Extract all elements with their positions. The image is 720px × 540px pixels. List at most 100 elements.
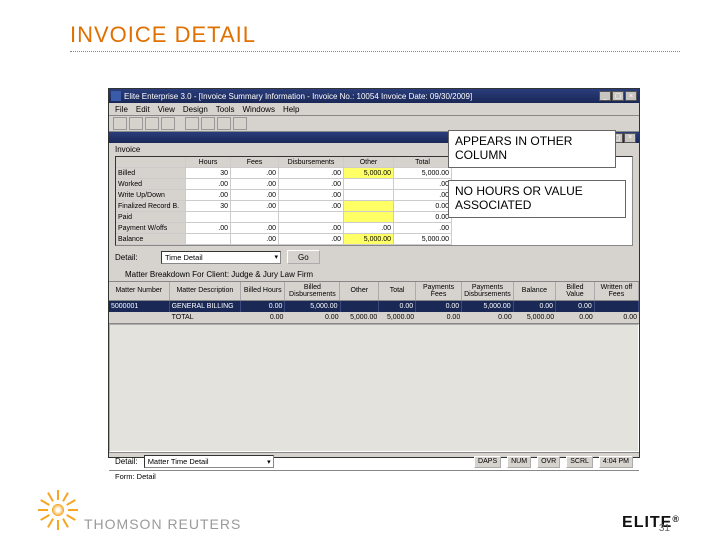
sg-header: Total	[394, 157, 452, 168]
status-item: DAPS	[474, 456, 501, 468]
toolbar-btn[interactable]	[113, 117, 127, 130]
cell: 5,000.00	[462, 301, 514, 312]
cell: .00	[394, 223, 452, 234]
close-button[interactable]: ×	[625, 91, 637, 101]
menu-tools[interactable]: Tools	[216, 105, 235, 114]
cell: 0.00	[241, 314, 285, 321]
col-header[interactable]: Matter Number	[109, 282, 170, 300]
row-label: Finalized Record B.	[116, 201, 186, 212]
slide-footer: THOMSON REUTERS ELITE®	[0, 482, 720, 532]
col-header[interactable]: Payments Fees	[416, 282, 462, 300]
callout-other-column: APPEARS IN OTHER COLUMN	[448, 130, 616, 168]
col-header[interactable]: Billed Disbursements	[285, 282, 340, 300]
cell	[344, 190, 394, 201]
menu-design[interactable]: Design	[183, 105, 208, 114]
detail-bar: Detail: Time Detail Go	[115, 250, 633, 264]
cell	[595, 301, 639, 312]
cell: GENERAL BILLING	[170, 301, 242, 312]
toolbar-btn[interactable]	[201, 117, 215, 130]
window-footer: Detail: Matter Time Detail DAPS NUM OVR …	[109, 452, 639, 470]
col-header[interactable]: Payments Disbursements	[462, 282, 514, 300]
cell: 0.00	[595, 314, 639, 321]
child-close[interactable]: ×	[624, 133, 636, 143]
cell: 0.00	[285, 314, 340, 321]
window-title: Elite Enterprise 3.0 - [Invoice Summary …	[124, 92, 472, 101]
cell	[344, 201, 394, 212]
row-label: Write Up/Down	[116, 190, 186, 201]
cell	[231, 212, 279, 223]
cell: .00	[394, 179, 452, 190]
form-label: Form: Detail	[109, 470, 639, 482]
cell: 30	[186, 201, 231, 212]
toolbar-btn[interactable]	[161, 117, 175, 130]
cell: .00	[279, 234, 344, 245]
cell: .00	[279, 179, 344, 190]
footer-dropdown[interactable]: Matter Time Detail	[144, 455, 274, 468]
row-label: Balance	[116, 234, 186, 245]
toolbar-btn[interactable]	[129, 117, 143, 130]
sg-header: Hours	[186, 157, 231, 168]
sg-header: Disbursements	[279, 157, 344, 168]
detail-dropdown[interactable]: Time Detail	[161, 251, 281, 264]
toolbar-btn[interactable]	[233, 117, 247, 130]
cell: 0.00	[416, 314, 462, 321]
slide-title: INVOICE DETAIL	[0, 0, 720, 51]
window-titlebar: Elite Enterprise 3.0 - [Invoice Summary …	[109, 89, 639, 103]
status-time: 4:04 PM	[599, 456, 633, 468]
total-label: TOTAL	[170, 314, 242, 321]
data-row[interactable]: 5000001 GENERAL BILLING 0.00 5,000.00 0.…	[109, 301, 639, 312]
thomson-reuters-icon	[40, 492, 76, 528]
menu-view[interactable]: View	[158, 105, 175, 114]
cell: .00	[279, 201, 344, 212]
cell: 5,000.00	[394, 168, 452, 179]
footer-detail-label: Detail:	[115, 457, 138, 466]
title-underline	[70, 51, 680, 52]
toolbar-btn[interactable]	[185, 117, 199, 130]
menubar: File Edit View Design Tools Windows Help	[109, 103, 639, 116]
cell: 5,000.00	[344, 234, 394, 245]
cell: 5,000.00	[341, 314, 380, 321]
cell: 0.00	[394, 212, 452, 223]
cell: 5,000.00	[285, 301, 340, 312]
menu-windows[interactable]: Windows	[242, 105, 274, 114]
go-button[interactable]: Go	[287, 250, 320, 264]
cell: .00	[279, 190, 344, 201]
app-icon	[111, 91, 121, 101]
col-header[interactable]: Billed Value	[556, 282, 595, 300]
minimize-button[interactable]: _	[599, 91, 611, 101]
cell: .00	[279, 168, 344, 179]
col-header[interactable]: Other	[340, 282, 379, 300]
cell: 0.00	[379, 301, 416, 312]
cell: 0.00	[394, 201, 452, 212]
cell: .00	[394, 190, 452, 201]
cell	[341, 301, 380, 312]
col-header[interactable]: Total	[379, 282, 416, 300]
toolbar-btn[interactable]	[145, 117, 159, 130]
cell: .00	[344, 223, 394, 234]
cell: .00	[186, 223, 231, 234]
status-item: OVR	[537, 456, 560, 468]
col-header[interactable]: Billed Hours	[241, 282, 285, 300]
cell	[344, 179, 394, 190]
row-label: Billed	[116, 168, 186, 179]
toolbar-btn[interactable]	[217, 117, 231, 130]
cell: 0.00	[556, 314, 595, 321]
maximize-button[interactable]: ▢	[612, 91, 624, 101]
col-header[interactable]: Matter Description	[170, 282, 242, 300]
row-label: Worked	[116, 179, 186, 190]
col-header[interactable]: Written off Fees	[595, 282, 639, 300]
col-header[interactable]: Balance	[514, 282, 556, 300]
total-row: TOTAL 0.00 0.00 5,000.00 5,000.00 0.00 0…	[109, 312, 639, 324]
page-number: 31	[659, 523, 670, 534]
menu-file[interactable]: File	[115, 105, 128, 114]
menu-edit[interactable]: Edit	[136, 105, 150, 114]
cell: 5,000.00	[344, 168, 394, 179]
cell: .00	[231, 201, 279, 212]
status-item: NUM	[507, 456, 531, 468]
menu-help[interactable]: Help	[283, 105, 299, 114]
registered-icon: ®	[672, 514, 680, 524]
cell: 5000001	[109, 301, 170, 312]
sg-header: Fees	[231, 157, 279, 168]
cell: 0.00	[416, 301, 462, 312]
cell: .00	[186, 179, 231, 190]
